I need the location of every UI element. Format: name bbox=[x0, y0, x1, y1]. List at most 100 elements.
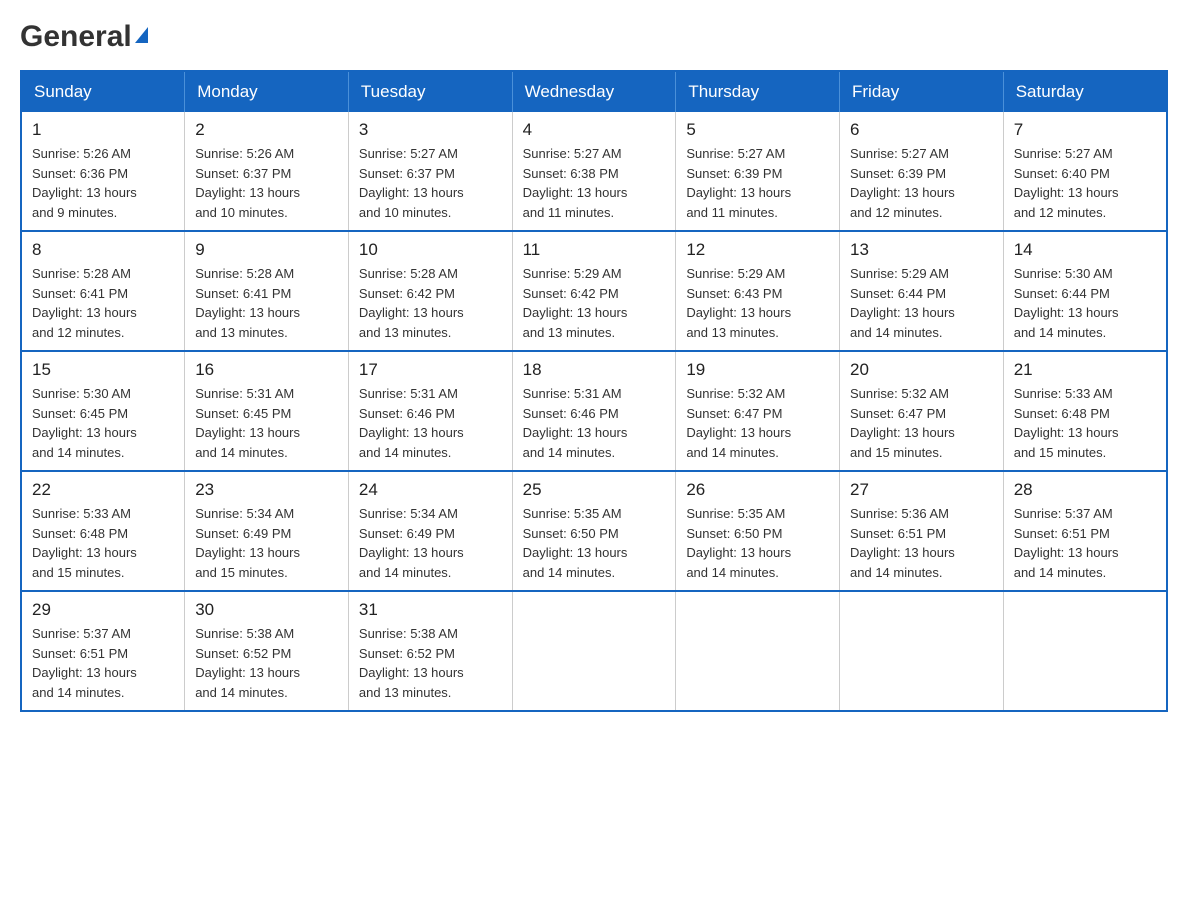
day-number: 20 bbox=[850, 360, 993, 380]
day-info: Sunrise: 5:27 AM Sunset: 6:38 PM Dayligh… bbox=[523, 144, 666, 222]
day-number: 28 bbox=[1014, 480, 1156, 500]
calendar-cell: 26 Sunrise: 5:35 AM Sunset: 6:50 PM Dayl… bbox=[676, 471, 840, 591]
calendar-cell: 13 Sunrise: 5:29 AM Sunset: 6:44 PM Dayl… bbox=[840, 231, 1004, 351]
calendar-week-2: 8 Sunrise: 5:28 AM Sunset: 6:41 PM Dayli… bbox=[21, 231, 1167, 351]
day-info: Sunrise: 5:29 AM Sunset: 6:43 PM Dayligh… bbox=[686, 264, 829, 342]
header-monday: Monday bbox=[185, 71, 349, 112]
day-number: 7 bbox=[1014, 120, 1156, 140]
calendar-cell: 31 Sunrise: 5:38 AM Sunset: 6:52 PM Dayl… bbox=[348, 591, 512, 711]
day-info: Sunrise: 5:34 AM Sunset: 6:49 PM Dayligh… bbox=[195, 504, 338, 582]
day-info: Sunrise: 5:38 AM Sunset: 6:52 PM Dayligh… bbox=[359, 624, 502, 702]
day-info: Sunrise: 5:38 AM Sunset: 6:52 PM Dayligh… bbox=[195, 624, 338, 702]
page-header: General bbox=[20, 20, 1168, 50]
day-number: 19 bbox=[686, 360, 829, 380]
day-info: Sunrise: 5:37 AM Sunset: 6:51 PM Dayligh… bbox=[32, 624, 174, 702]
day-info: Sunrise: 5:33 AM Sunset: 6:48 PM Dayligh… bbox=[32, 504, 174, 582]
calendar-cell: 10 Sunrise: 5:28 AM Sunset: 6:42 PM Dayl… bbox=[348, 231, 512, 351]
day-number: 9 bbox=[195, 240, 338, 260]
day-number: 18 bbox=[523, 360, 666, 380]
day-info: Sunrise: 5:26 AM Sunset: 6:36 PM Dayligh… bbox=[32, 144, 174, 222]
calendar-cell: 15 Sunrise: 5:30 AM Sunset: 6:45 PM Dayl… bbox=[21, 351, 185, 471]
calendar-cell: 12 Sunrise: 5:29 AM Sunset: 6:43 PM Dayl… bbox=[676, 231, 840, 351]
logo-general-text: General bbox=[20, 20, 132, 54]
day-number: 11 bbox=[523, 240, 666, 260]
day-info: Sunrise: 5:26 AM Sunset: 6:37 PM Dayligh… bbox=[195, 144, 338, 222]
day-info: Sunrise: 5:27 AM Sunset: 6:40 PM Dayligh… bbox=[1014, 144, 1156, 222]
day-number: 8 bbox=[32, 240, 174, 260]
day-number: 25 bbox=[523, 480, 666, 500]
day-number: 6 bbox=[850, 120, 993, 140]
day-number: 27 bbox=[850, 480, 993, 500]
day-info: Sunrise: 5:32 AM Sunset: 6:47 PM Dayligh… bbox=[686, 384, 829, 462]
calendar-cell: 14 Sunrise: 5:30 AM Sunset: 6:44 PM Dayl… bbox=[1003, 231, 1167, 351]
calendar-cell: 5 Sunrise: 5:27 AM Sunset: 6:39 PM Dayli… bbox=[676, 112, 840, 231]
header-thursday: Thursday bbox=[676, 71, 840, 112]
day-info: Sunrise: 5:27 AM Sunset: 6:37 PM Dayligh… bbox=[359, 144, 502, 222]
calendar-cell: 27 Sunrise: 5:36 AM Sunset: 6:51 PM Dayl… bbox=[840, 471, 1004, 591]
calendar-week-5: 29 Sunrise: 5:37 AM Sunset: 6:51 PM Dayl… bbox=[21, 591, 1167, 711]
day-info: Sunrise: 5:28 AM Sunset: 6:42 PM Dayligh… bbox=[359, 264, 502, 342]
calendar-header-row: SundayMondayTuesdayWednesdayThursdayFrid… bbox=[21, 71, 1167, 112]
calendar-cell: 9 Sunrise: 5:28 AM Sunset: 6:41 PM Dayli… bbox=[185, 231, 349, 351]
day-info: Sunrise: 5:29 AM Sunset: 6:44 PM Dayligh… bbox=[850, 264, 993, 342]
day-info: Sunrise: 5:28 AM Sunset: 6:41 PM Dayligh… bbox=[32, 264, 174, 342]
calendar-cell: 4 Sunrise: 5:27 AM Sunset: 6:38 PM Dayli… bbox=[512, 112, 676, 231]
header-saturday: Saturday bbox=[1003, 71, 1167, 112]
logo-arrow-icon bbox=[135, 27, 148, 43]
day-info: Sunrise: 5:34 AM Sunset: 6:49 PM Dayligh… bbox=[359, 504, 502, 582]
calendar-cell bbox=[512, 591, 676, 711]
day-number: 31 bbox=[359, 600, 502, 620]
day-number: 17 bbox=[359, 360, 502, 380]
calendar-cell: 25 Sunrise: 5:35 AM Sunset: 6:50 PM Dayl… bbox=[512, 471, 676, 591]
calendar-cell: 1 Sunrise: 5:26 AM Sunset: 6:36 PM Dayli… bbox=[21, 112, 185, 231]
calendar-cell: 16 Sunrise: 5:31 AM Sunset: 6:45 PM Dayl… bbox=[185, 351, 349, 471]
calendar-cell: 28 Sunrise: 5:37 AM Sunset: 6:51 PM Dayl… bbox=[1003, 471, 1167, 591]
day-number: 22 bbox=[32, 480, 174, 500]
day-info: Sunrise: 5:31 AM Sunset: 6:45 PM Dayligh… bbox=[195, 384, 338, 462]
day-number: 30 bbox=[195, 600, 338, 620]
logo: General bbox=[20, 20, 148, 50]
calendar-cell bbox=[840, 591, 1004, 711]
day-number: 4 bbox=[523, 120, 666, 140]
day-info: Sunrise: 5:35 AM Sunset: 6:50 PM Dayligh… bbox=[523, 504, 666, 582]
calendar-cell: 20 Sunrise: 5:32 AM Sunset: 6:47 PM Dayl… bbox=[840, 351, 1004, 471]
day-info: Sunrise: 5:30 AM Sunset: 6:44 PM Dayligh… bbox=[1014, 264, 1156, 342]
calendar-cell: 8 Sunrise: 5:28 AM Sunset: 6:41 PM Dayli… bbox=[21, 231, 185, 351]
day-info: Sunrise: 5:31 AM Sunset: 6:46 PM Dayligh… bbox=[359, 384, 502, 462]
day-info: Sunrise: 5:33 AM Sunset: 6:48 PM Dayligh… bbox=[1014, 384, 1156, 462]
day-number: 15 bbox=[32, 360, 174, 380]
calendar-cell: 19 Sunrise: 5:32 AM Sunset: 6:47 PM Dayl… bbox=[676, 351, 840, 471]
calendar-week-3: 15 Sunrise: 5:30 AM Sunset: 6:45 PM Dayl… bbox=[21, 351, 1167, 471]
calendar-cell: 11 Sunrise: 5:29 AM Sunset: 6:42 PM Dayl… bbox=[512, 231, 676, 351]
day-info: Sunrise: 5:36 AM Sunset: 6:51 PM Dayligh… bbox=[850, 504, 993, 582]
calendar-cell: 23 Sunrise: 5:34 AM Sunset: 6:49 PM Dayl… bbox=[185, 471, 349, 591]
day-number: 24 bbox=[359, 480, 502, 500]
calendar-cell bbox=[1003, 591, 1167, 711]
calendar-cell: 29 Sunrise: 5:37 AM Sunset: 6:51 PM Dayl… bbox=[21, 591, 185, 711]
day-number: 21 bbox=[1014, 360, 1156, 380]
calendar-cell bbox=[676, 591, 840, 711]
day-info: Sunrise: 5:27 AM Sunset: 6:39 PM Dayligh… bbox=[686, 144, 829, 222]
day-number: 13 bbox=[850, 240, 993, 260]
day-info: Sunrise: 5:30 AM Sunset: 6:45 PM Dayligh… bbox=[32, 384, 174, 462]
day-number: 16 bbox=[195, 360, 338, 380]
header-wednesday: Wednesday bbox=[512, 71, 676, 112]
day-number: 29 bbox=[32, 600, 174, 620]
day-number: 23 bbox=[195, 480, 338, 500]
day-number: 1 bbox=[32, 120, 174, 140]
day-info: Sunrise: 5:27 AM Sunset: 6:39 PM Dayligh… bbox=[850, 144, 993, 222]
day-number: 12 bbox=[686, 240, 829, 260]
calendar-cell: 30 Sunrise: 5:38 AM Sunset: 6:52 PM Dayl… bbox=[185, 591, 349, 711]
day-number: 26 bbox=[686, 480, 829, 500]
calendar-week-4: 22 Sunrise: 5:33 AM Sunset: 6:48 PM Dayl… bbox=[21, 471, 1167, 591]
calendar-cell: 3 Sunrise: 5:27 AM Sunset: 6:37 PM Dayli… bbox=[348, 112, 512, 231]
header-sunday: Sunday bbox=[21, 71, 185, 112]
day-info: Sunrise: 5:31 AM Sunset: 6:46 PM Dayligh… bbox=[523, 384, 666, 462]
day-info: Sunrise: 5:29 AM Sunset: 6:42 PM Dayligh… bbox=[523, 264, 666, 342]
header-tuesday: Tuesday bbox=[348, 71, 512, 112]
calendar-cell: 7 Sunrise: 5:27 AM Sunset: 6:40 PM Dayli… bbox=[1003, 112, 1167, 231]
calendar-cell: 17 Sunrise: 5:31 AM Sunset: 6:46 PM Dayl… bbox=[348, 351, 512, 471]
calendar-cell: 22 Sunrise: 5:33 AM Sunset: 6:48 PM Dayl… bbox=[21, 471, 185, 591]
day-info: Sunrise: 5:28 AM Sunset: 6:41 PM Dayligh… bbox=[195, 264, 338, 342]
calendar-table: SundayMondayTuesdayWednesdayThursdayFrid… bbox=[20, 70, 1168, 712]
